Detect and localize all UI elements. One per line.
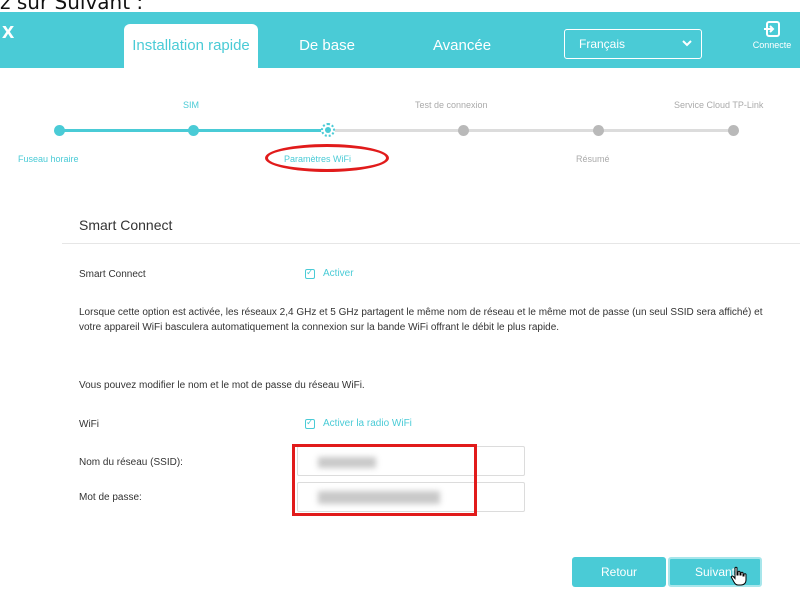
smart-connect-label: Smart Connect — [79, 269, 146, 280]
tab-de-base[interactable]: De base — [282, 24, 372, 68]
step-label-fuseau: Fuseau horaire — [18, 154, 79, 164]
section-title: Smart Connect — [79, 217, 173, 233]
step-label-resume: Résumé — [576, 154, 610, 164]
step-node-fuseau — [54, 125, 65, 136]
wifi-radio-checkbox[interactable]: Activer la radio WiFi — [305, 417, 412, 429]
wifi-radio-checkbox-label: Activer la radio WiFi — [323, 418, 412, 429]
highlight-box — [292, 444, 477, 516]
hand-cursor-icon — [730, 566, 748, 591]
checkbox-checked-icon — [305, 267, 315, 279]
login-icon — [764, 21, 780, 37]
highlight-ellipse — [265, 144, 389, 172]
chevron-down-icon — [681, 37, 693, 52]
step-node-wifi — [321, 123, 335, 137]
step-label-test: Test de connexion — [415, 100, 488, 110]
smart-connect-checkbox[interactable]: Activer — [305, 267, 354, 279]
tab-avancee[interactable]: Avancée — [416, 24, 508, 68]
connect-button[interactable]: Connecte — [742, 20, 800, 50]
smart-connect-checkbox-label: Activer — [323, 268, 354, 279]
tab-installation-rapide[interactable]: Installation rapide — [124, 24, 258, 68]
checkbox-checked-icon — [305, 417, 315, 429]
edit-hint: Vous pouvez modifier le nom et le mot de… — [79, 380, 365, 391]
back-button[interactable]: Retour — [572, 557, 666, 587]
language-select[interactable]: Français — [564, 29, 702, 59]
step-node-test — [458, 125, 469, 136]
step-label-cloud: Service Cloud TP-Link — [674, 100, 764, 110]
top-navigation-bar: x Installation rapide De base Avancée Fr… — [0, 12, 800, 68]
wifi-label: WiFi — [79, 419, 99, 430]
password-label: Mot de passe: — [79, 492, 142, 503]
step-node-resume — [593, 125, 604, 136]
progress-line-todo — [328, 129, 734, 132]
divider — [62, 243, 800, 244]
logo: x — [2, 18, 15, 43]
language-value: Français — [579, 37, 626, 51]
step-label-sim: SIM — [183, 100, 200, 110]
step-node-cloud — [728, 125, 739, 136]
step-node-sim — [188, 125, 199, 136]
ssid-label: Nom du réseau (SSID): — [79, 457, 183, 468]
connect-label: Connecte — [752, 40, 792, 50]
smart-connect-description: Lorsque cette option est activée, les ré… — [79, 307, 763, 333]
caption-text: z sur Suivant : — [0, 0, 144, 14]
